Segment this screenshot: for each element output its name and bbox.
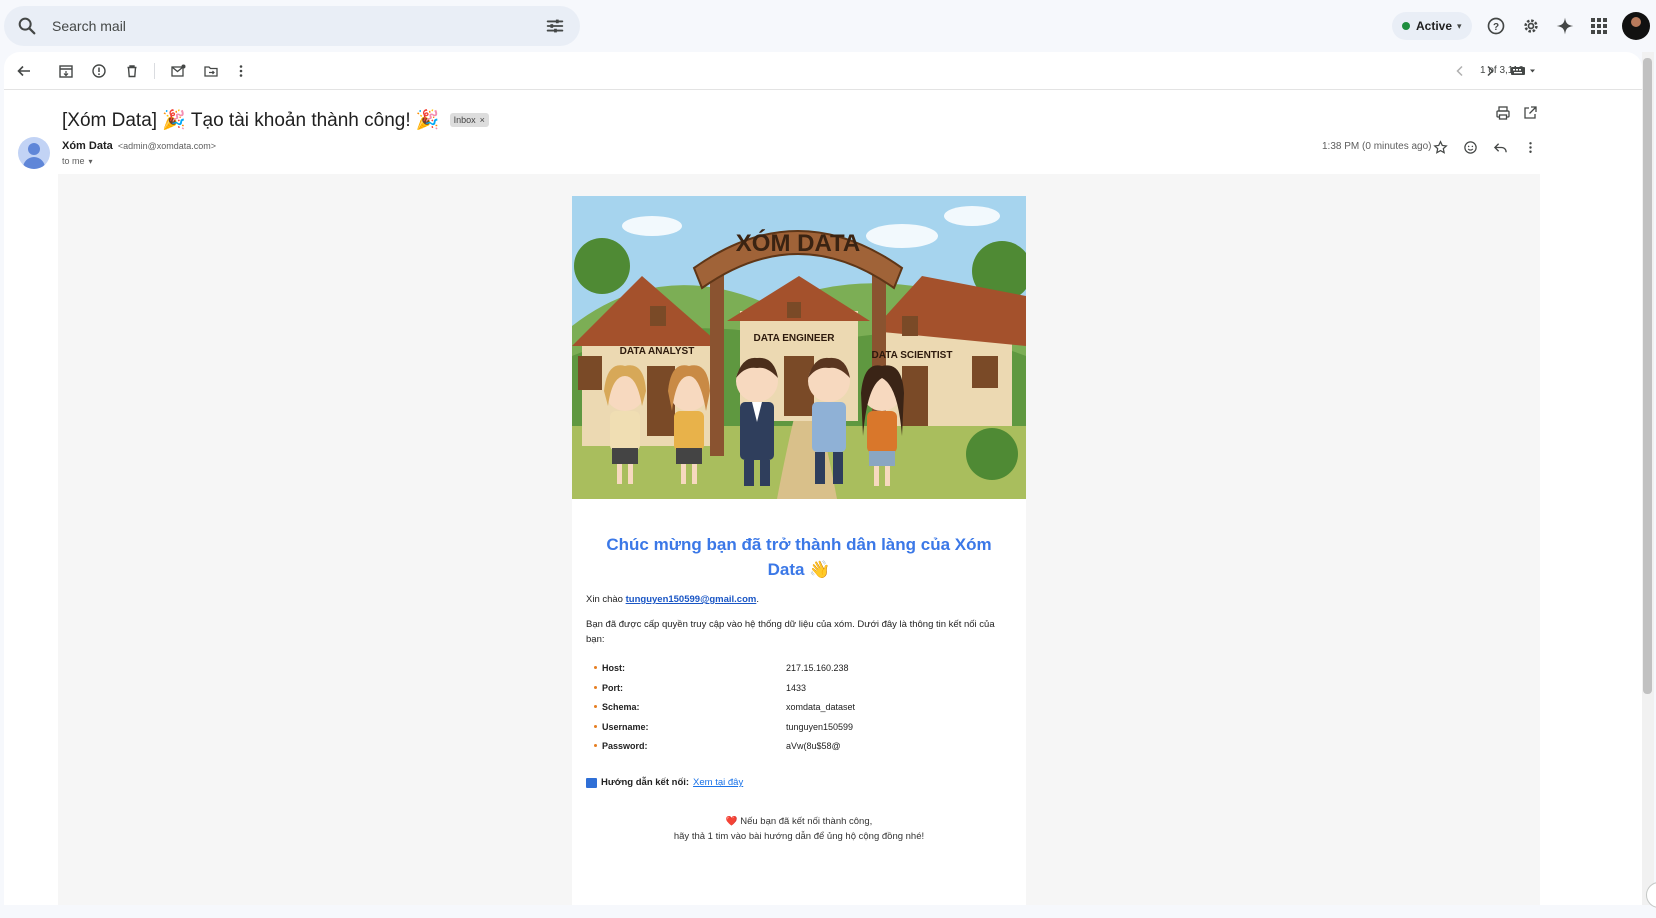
message-toolbar: 1 of 3,116 <box>4 52 1642 90</box>
search-input[interactable]: Search mail <box>52 18 544 34</box>
inbox-label-chip[interactable]: Inbox × <box>449 113 489 127</box>
status-dot-icon <box>1402 22 1410 30</box>
chevron-down-icon: ▾ <box>1457 20 1462 31</box>
guide-link[interactable]: Xem tại đây <box>693 777 743 788</box>
label-text: Inbox <box>453 115 476 125</box>
bullet-icon <box>594 744 597 748</box>
recipient-details[interactable]: to me ▾ <box>62 156 93 166</box>
book-icon <box>586 777 597 788</box>
svg-text:?: ? <box>1493 22 1499 33</box>
footer-line-1: Nếu bạn đã kết nối thành công, <box>740 816 873 827</box>
detail-key: Host: <box>602 663 625 673</box>
chevron-left-icon[interactable] <box>1450 61 1470 81</box>
email-card: XÓM DATA DATA ANALYST DATA ENGINEER DATA… <box>572 196 1026 905</box>
hero-banner: XÓM DATA DATA ANALYST DATA ENGINEER DATA… <box>572 196 1026 499</box>
message-panel: 1 of 3,116 [Xóm Data] 🎉 Tạo tài khoản th… <box>4 52 1642 905</box>
greeting: Xin chào tunguyen150599@gmail.com. <box>586 594 759 605</box>
print-icon[interactable] <box>1494 104 1512 122</box>
house-label-analyst: DATA ANALYST <box>620 346 695 357</box>
intro-paragraph: Bạn đã được cấp quyền truy cập vào hệ th… <box>586 619 995 645</box>
guide-label: Hướng dẫn kết nối: <box>601 777 690 788</box>
message-more-icon[interactable] <box>1521 138 1539 156</box>
subject-text: [Xóm Data] 🎉 Tạo tài khoản thành công! 🎉 <box>62 110 440 131</box>
heart-icon: ❤️ <box>725 816 738 827</box>
remove-label-icon[interactable]: × <box>480 115 485 125</box>
detail-row-schema: Schema: xomdata_dataset <box>586 701 1016 721</box>
detail-row-host: Host: 217.15.160.238 <box>586 662 1016 682</box>
sparkle-icon[interactable] <box>1553 14 1577 38</box>
gear-icon[interactable] <box>1519 14 1543 38</box>
search-bar[interactable]: Search mail <box>4 6 580 46</box>
scrollbar-thumb[interactable] <box>1643 58 1652 694</box>
caret-down-icon[interactable]: ▾ <box>89 157 93 166</box>
footer-line-2: hãy thả 1 tim vào bài hướng dẫn để ủng h… <box>673 831 925 842</box>
greeting-suffix: . <box>756 594 759 605</box>
detail-row-password: Password: aVw(8u$58@ <box>586 740 1016 760</box>
chevron-right-icon[interactable] <box>1480 61 1500 81</box>
detail-row-username: Username: tunguyen150599 <box>586 721 1016 741</box>
greeting-prefix: Xin chào <box>586 594 623 605</box>
detail-value: tunguyen150599 <box>786 721 854 732</box>
help-icon[interactable]: ? <box>1484 14 1508 38</box>
detail-value: 1433 <box>786 682 807 693</box>
toolbar-divider <box>154 63 155 79</box>
bullet-icon <box>594 666 597 669</box>
report-spam-icon[interactable] <box>89 61 109 81</box>
mark-unread-icon[interactable] <box>168 61 188 81</box>
detail-key: Password: <box>602 741 648 752</box>
back-arrow-icon[interactable] <box>14 61 34 81</box>
detail-row-port: Port: 1433 <box>586 682 1016 702</box>
detail-value: xomdata_dataset <box>786 702 856 713</box>
bullet-icon <box>594 705 597 709</box>
status-toggle[interactable]: Active ▾ <box>1392 12 1472 40</box>
status-label: Active <box>1416 19 1453 33</box>
delete-icon[interactable] <box>122 61 142 81</box>
apps-grid-icon[interactable] <box>1587 14 1611 38</box>
house-label-scientist: DATA SCIENTIST <box>872 350 953 361</box>
email-headline: Chúc mừng bạn đã trở thành dân làng của … <box>606 535 992 579</box>
move-to-icon[interactable] <box>201 61 221 81</box>
recipient-text: to me <box>62 156 85 166</box>
recipient-email-link[interactable]: tunguyen150599@gmail.com <box>626 594 757 605</box>
hero-sign-text: XÓM DATA <box>736 229 860 257</box>
search-options-icon[interactable] <box>544 15 566 37</box>
top-bar: Search mail Active ▾ ? <box>0 0 1656 52</box>
house-label-engineer: DATA ENGINEER <box>754 333 836 344</box>
email-body-background: XÓM DATA DATA ANALYST DATA ENGINEER DATA… <box>58 174 1540 905</box>
open-new-window-icon[interactable] <box>1521 104 1539 122</box>
detail-value: aVw(8u$58@ <box>786 741 841 752</box>
message-subject: [Xóm Data] 🎉 Tạo tài khoản thành công! 🎉… <box>62 108 489 132</box>
detail-key: Schema: <box>602 702 640 713</box>
emoji-reaction-icon[interactable] <box>1461 138 1479 156</box>
detail-key: Port: <box>602 682 623 693</box>
sender-avatar[interactable] <box>18 137 50 169</box>
detail-value: 217.15.160.238 <box>786 663 849 673</box>
sender-email: <admin@xomdata.com> <box>117 141 216 151</box>
sender-line: Xóm Data <admin@xomdata.com> <box>62 140 216 152</box>
search-icon[interactable] <box>16 15 38 37</box>
more-vert-icon[interactable] <box>231 61 251 81</box>
avatar-head <box>28 143 40 155</box>
sender-name[interactable]: Xóm Data <box>62 140 113 152</box>
connection-details-list: Host: 217.15.160.238 Port: 1433 Schema: xom… <box>586 662 1016 760</box>
account-avatar[interactable] <box>1622 12 1650 40</box>
avatar-body <box>23 157 45 169</box>
input-tools-icon[interactable] <box>1508 61 1540 81</box>
message-time: 1:38 PM (0 minutes ago) <box>1322 141 1432 152</box>
detail-key: Username: <box>602 721 649 732</box>
star-icon[interactable] <box>1431 138 1449 156</box>
reply-icon[interactable] <box>1491 138 1509 156</box>
email-footer: ❤️ Nếu bạn đã kết nối thành công, hãy th… <box>586 814 1012 844</box>
bullet-icon <box>594 685 597 689</box>
archive-icon[interactable] <box>56 61 76 81</box>
bullet-icon <box>594 724 597 728</box>
connection-guide: Hướng dẫn kết nối: Xem tại đây <box>586 777 743 788</box>
